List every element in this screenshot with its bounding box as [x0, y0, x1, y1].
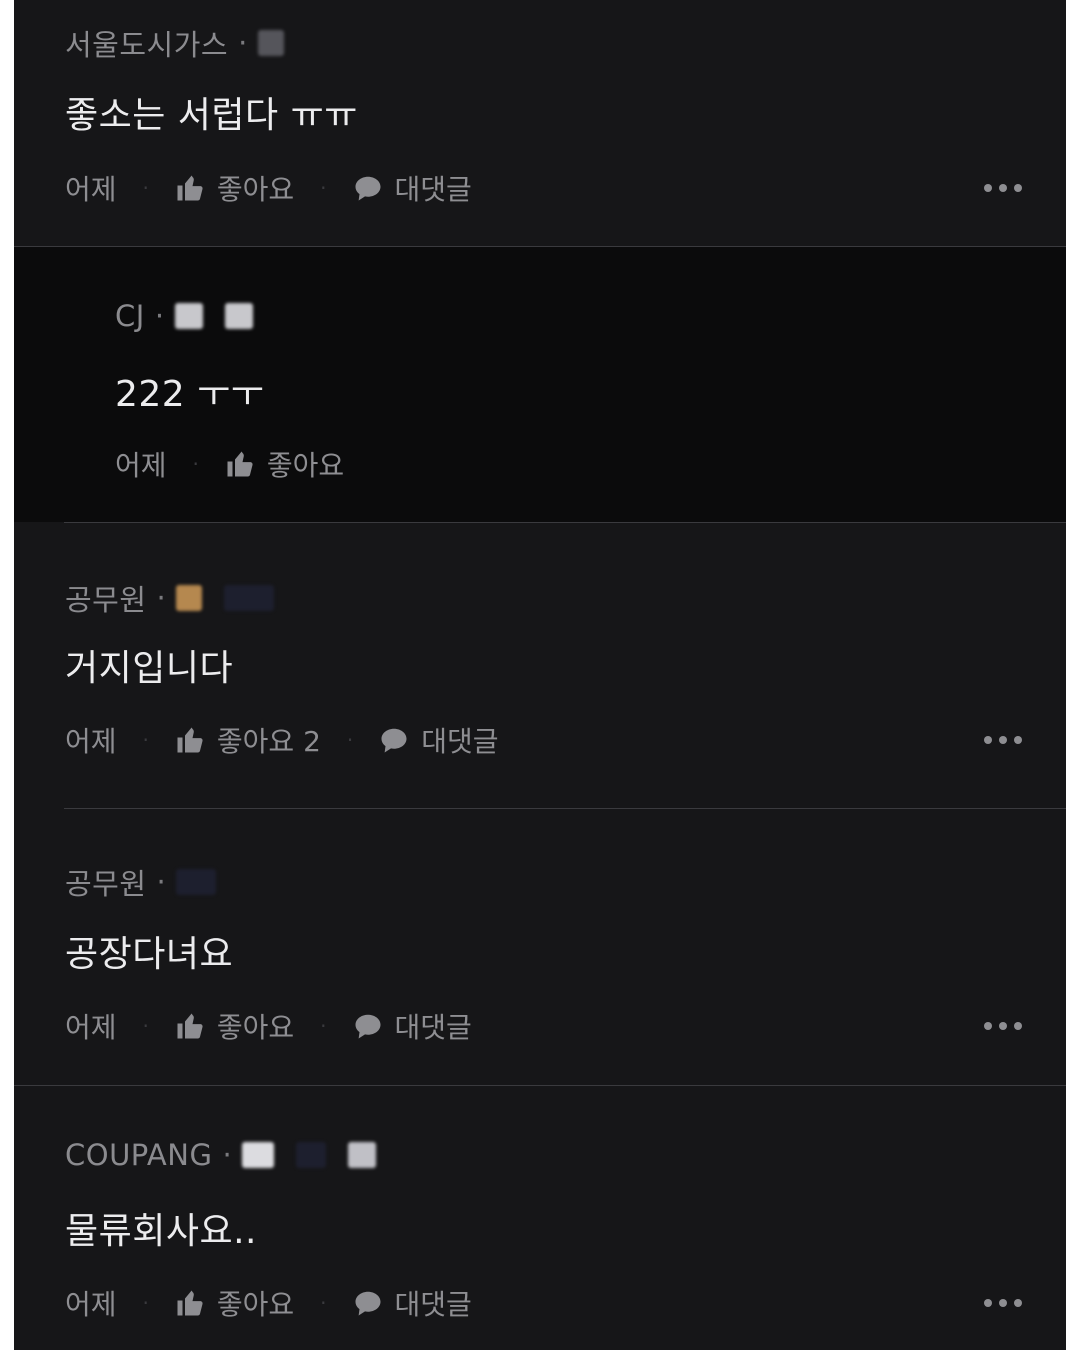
comment-time: 어제: [65, 725, 117, 758]
more-dot: [1014, 1022, 1022, 1030]
comment-actions: 어제 · 좋아요 2 · 대댓글: [65, 720, 1066, 760]
comment-text: 거지입니다: [65, 648, 234, 689]
blurred-badge: [224, 585, 275, 611]
like-label: 좋아요: [216, 173, 295, 206]
author-name[interactable]: 서울도시가스: [65, 22, 228, 64]
comment-meta: 공무원 ·: [65, 861, 238, 903]
comment-actions: 어제 · 좋아요 · 대댓글: [65, 168, 1066, 208]
meta-separator: ·: [222, 1138, 233, 1172]
comment-time: 어제: [65, 1011, 117, 1044]
author-name[interactable]: CJ: [115, 299, 145, 333]
more-dot: [999, 184, 1007, 192]
more-options-button[interactable]: [984, 168, 1022, 208]
more-dot: [999, 1299, 1007, 1307]
more-options-button[interactable]: [984, 720, 1022, 760]
like-label: 좋아요: [216, 1011, 295, 1044]
comment-item: 공무원 · 거지입니다 어제 · 좋아요 2 · 대댓글: [14, 523, 1066, 795]
comment-text: 222 ㅜㅜ: [115, 374, 265, 415]
comment-actions: 어제 · 좋아요 · 대댓글: [65, 1283, 1066, 1323]
action-separator: ·: [320, 1014, 327, 1038]
more-options-button[interactable]: [984, 1283, 1022, 1323]
comment-meta: 공무원 ·: [65, 577, 296, 619]
comment-item: 서울도시가스 · 좋소는 서럽다 ㅠㅠ 어제 · 좋아요 · 대댓글: [14, 0, 1066, 246]
blurred-badge: [348, 1142, 377, 1168]
like-label: 좋아요 2: [216, 725, 321, 758]
comment-item: 공무원 · 공장다녀요 어제 · 좋아요 · 대댓글: [14, 809, 1066, 1085]
speech-bubble-icon: [381, 728, 407, 753]
blurred-badge: [176, 869, 217, 895]
reply-label: 대댓글: [394, 1288, 472, 1321]
more-dots-icon: [984, 1299, 992, 1307]
comment-text: 물류회사요..: [65, 1211, 257, 1252]
thumbs-up-icon: [227, 451, 253, 477]
blurred-badge: [176, 585, 203, 611]
meta-separator: ·: [156, 581, 167, 615]
more-dot: [1014, 1299, 1022, 1307]
reply-label: 대댓글: [394, 173, 472, 206]
reply-item: CJ · 222 ㅜㅜ 어제 · 좋아요: [14, 247, 1066, 522]
action-separator: ·: [142, 1291, 149, 1315]
comment-meta: COUPANG ·: [65, 1138, 398, 1172]
like-label: 좋아요: [266, 449, 345, 482]
like-button[interactable]: 좋아요: [175, 1283, 294, 1323]
reply-label: 대댓글: [421, 725, 499, 758]
speech-bubble-icon: [355, 176, 381, 201]
comment-feed: 서울도시가스 · 좋소는 서럽다 ㅠㅠ 어제 · 좋아요 · 대댓글 CJ · …: [14, 0, 1066, 1350]
meta-separator: ·: [238, 26, 248, 60]
more-options-button[interactable]: [984, 1006, 1022, 1046]
like-label: 좋아요: [216, 1288, 295, 1321]
reply-button[interactable]: 대댓글: [379, 720, 499, 760]
blurred-badge: [296, 1142, 327, 1168]
more-dot: [1014, 736, 1022, 744]
more-dots-icon: [984, 736, 992, 744]
like-button[interactable]: 좋아요: [175, 168, 294, 208]
thumbs-up-icon: [177, 175, 203, 201]
comment-actions: 어제 · 좋아요 · 대댓글: [65, 1006, 1066, 1046]
blurred-badge: [224, 303, 253, 329]
speech-bubble-icon: [355, 1014, 381, 1039]
comment-meta: CJ ·: [115, 299, 275, 333]
like-button[interactable]: 좋아요 2: [175, 720, 321, 760]
comment-item: COUPANG · 물류회사요.. 어제 · 좋아요 · 대댓글: [14, 1086, 1066, 1350]
meta-separator: ·: [156, 865, 167, 899]
blurred-badge: [174, 303, 203, 329]
author-name[interactable]: COUPANG: [65, 1138, 212, 1172]
comment-time: 어제: [65, 173, 117, 206]
more-dot: [1014, 184, 1022, 192]
action-separator: ·: [320, 1291, 327, 1315]
action-separator: ·: [192, 452, 199, 476]
reply-button[interactable]: 대댓글: [353, 1006, 472, 1046]
speech-bubble-icon: [355, 1291, 381, 1316]
meta-separator: ·: [154, 299, 165, 333]
more-dot: [999, 1022, 1007, 1030]
thumbs-up-icon: [177, 1290, 203, 1316]
comment-meta: 서울도시가스 ·: [65, 22, 306, 64]
thumbs-up-icon: [177, 1013, 203, 1039]
more-dot: [999, 736, 1007, 744]
more-dots-icon: [984, 1022, 992, 1030]
comment-text: 공장다녀요: [65, 934, 234, 975]
reply-label: 대댓글: [394, 1011, 472, 1044]
blurred-badge: [242, 1142, 275, 1168]
action-separator: ·: [320, 176, 327, 200]
comment-time: 어제: [115, 449, 167, 482]
like-button[interactable]: 좋아요: [225, 444, 344, 484]
reply-button[interactable]: 대댓글: [353, 168, 472, 208]
action-separator: ·: [142, 1014, 149, 1038]
comment-text: 좋소는 서럽다 ㅠㅠ: [65, 95, 358, 136]
thumbs-up-icon: [177, 727, 203, 753]
author-name[interactable]: 공무원: [65, 577, 147, 619]
blurred-badge: [257, 30, 284, 56]
more-dots-icon: [984, 184, 992, 192]
comment-actions: 어제 · 좋아요: [115, 444, 1066, 484]
like-button[interactable]: 좋아요: [175, 1006, 294, 1046]
author-name[interactable]: 공무원: [65, 861, 147, 903]
comment-time: 어제: [65, 1288, 117, 1321]
action-separator: ·: [346, 728, 354, 752]
action-separator: ·: [142, 176, 149, 200]
action-separator: ·: [142, 728, 149, 752]
reply-button[interactable]: 대댓글: [353, 1283, 472, 1323]
